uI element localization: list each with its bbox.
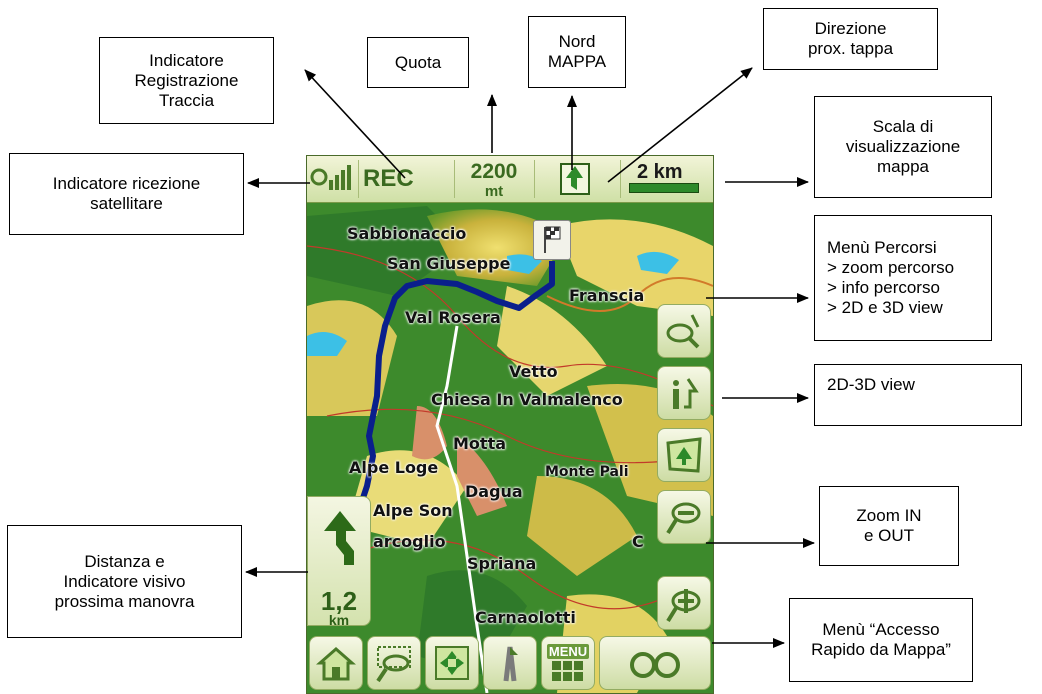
arrow-rec [304, 69, 406, 179]
arrow-direzione [607, 67, 753, 183]
annotation-arrows [245, 67, 815, 648]
